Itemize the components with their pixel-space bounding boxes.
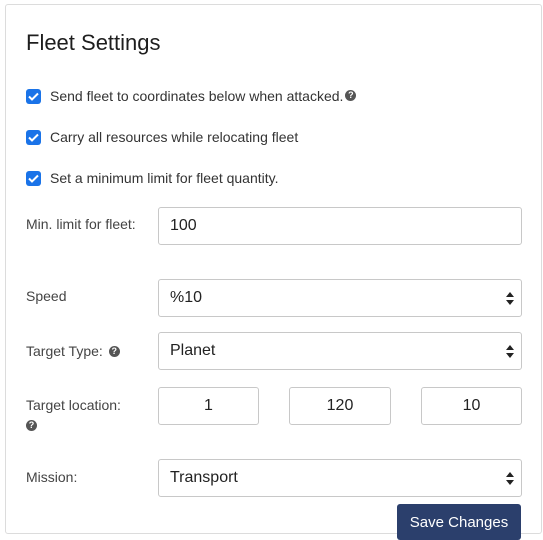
checkmark-icon bbox=[28, 92, 39, 101]
select-arrows-icon bbox=[506, 345, 514, 358]
galaxy-value: 1 bbox=[204, 397, 213, 414]
target-type-value: Planet bbox=[170, 342, 216, 359]
min-limit-input[interactable]: 100 bbox=[158, 207, 522, 245]
target-location-label: Target location: bbox=[26, 397, 121, 413]
system-input[interactable]: 120 bbox=[289, 387, 391, 425]
question-circle-icon[interactable]: ? bbox=[108, 345, 120, 357]
checkmark-icon bbox=[28, 133, 39, 142]
select-arrows-icon bbox=[506, 292, 514, 305]
save-changes-button[interactable]: Save Changes bbox=[397, 504, 521, 540]
min-limit-label: Min. limit for fleet: bbox=[26, 216, 136, 232]
carry-resources-checkbox[interactable] bbox=[26, 129, 41, 145]
min-limit-option[interactable]: Set a minimum limit for fleet quantity. bbox=[26, 170, 278, 186]
system-value: 120 bbox=[326, 397, 354, 414]
fleet-settings-panel bbox=[5, 4, 542, 534]
mission-select[interactable]: Transport bbox=[158, 459, 522, 497]
target-type-label: Target Type: bbox=[26, 343, 103, 359]
carry-resources-option[interactable]: Carry all resources while relocating fle… bbox=[26, 129, 298, 145]
min-limit-option-label: Set a minimum limit for fleet quantity. bbox=[50, 170, 279, 186]
send-fleet-option[interactable]: Send fleet to coordinates below when att… bbox=[26, 88, 357, 104]
target-type-select[interactable]: Planet bbox=[158, 332, 522, 370]
position-input[interactable]: 10 bbox=[421, 387, 522, 425]
mission-value: Transport bbox=[170, 469, 238, 486]
question-circle-icon[interactable]: ? bbox=[26, 419, 37, 431]
min-limit-checkbox[interactable] bbox=[26, 170, 41, 186]
send-fleet-checkbox[interactable] bbox=[26, 88, 41, 104]
speed-value: %10 bbox=[170, 289, 203, 306]
speed-select[interactable]: %10 bbox=[158, 279, 522, 317]
send-fleet-label: Send fleet to coordinates below when att… bbox=[50, 88, 344, 104]
carry-resources-label: Carry all resources while relocating fle… bbox=[50, 129, 299, 145]
panel-title: Fleet Settings bbox=[26, 30, 161, 55]
speed-label: Speed bbox=[26, 288, 67, 304]
position-value: 10 bbox=[462, 397, 481, 414]
select-arrows-icon bbox=[506, 472, 514, 485]
min-limit-value: 100 bbox=[170, 217, 197, 234]
galaxy-input[interactable]: 1 bbox=[158, 387, 259, 425]
question-circle-icon[interactable]: ? bbox=[345, 89, 357, 101]
target-type-label-row: Target Type: ? bbox=[26, 341, 120, 361]
checkmark-icon bbox=[28, 174, 39, 183]
target-location-label-row: Target location: ? bbox=[26, 395, 121, 435]
mission-label: Mission: bbox=[26, 469, 78, 485]
